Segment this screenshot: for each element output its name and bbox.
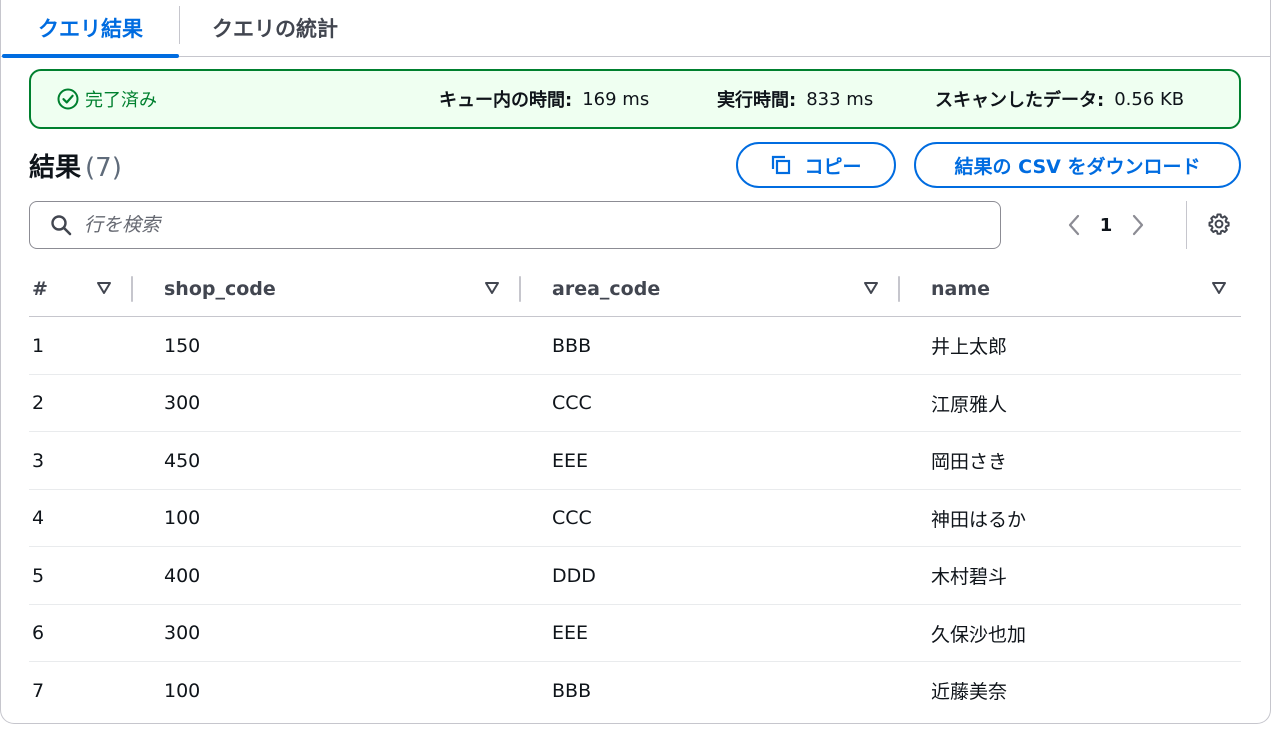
status-completed: 完了済み: [57, 86, 157, 112]
data-scanned-value: 0.56 KB: [1114, 88, 1185, 110]
current-page-number[interactable]: 1: [1086, 215, 1126, 236]
cell-area-code: BBB: [552, 679, 592, 702]
cell-area-code: CCC: [552, 507, 592, 529]
cell-index: 3: [32, 449, 45, 472]
chevron-right-icon: [1132, 214, 1144, 236]
cell-index: 7: [32, 679, 45, 702]
cell-shop-code: 300: [164, 622, 201, 644]
status-text: 完了済み: [85, 90, 157, 111]
cell-shop-code: 150: [164, 334, 201, 357]
cell-name: 久保沙也加: [931, 623, 1027, 646]
results-title: 結果: [29, 153, 82, 183]
pagination: 1: [1062, 208, 1150, 242]
cell-area-code: EEE: [552, 622, 589, 644]
gear-icon[interactable]: [1207, 212, 1231, 236]
queue-time-value: 169 ms: [582, 88, 650, 110]
pagination-divider: [1186, 201, 1187, 249]
cell-shop-code: 450: [164, 449, 201, 472]
cell-index: 1: [32, 334, 45, 357]
cell-area-code: EEE: [552, 449, 589, 472]
cell-index: 2: [32, 392, 45, 414]
next-page-button[interactable]: [1126, 213, 1150, 237]
chevron-left-icon: [1068, 214, 1080, 236]
results-table: # shop_code area_code name 1 150 BBB 井上太…: [29, 260, 1241, 720]
column-resizer[interactable]: [898, 276, 900, 302]
cell-index: 6: [32, 622, 45, 644]
previous-page-button[interactable]: [1062, 213, 1086, 237]
tab-query-stats[interactable]: クエリの統計: [212, 0, 338, 56]
cell-shop-code: 400: [164, 564, 201, 587]
table-row[interactable]: 2 300 CCC 江原雅人: [29, 375, 1241, 432]
exec-time-metric: 実行時間: 833 ms: [717, 86, 873, 112]
column-header-shop-code[interactable]: shop_code: [164, 260, 276, 317]
sort-down-icon[interactable]: [96, 280, 112, 296]
column-resizer[interactable]: [519, 276, 521, 302]
copy-button[interactable]: コピー: [736, 142, 896, 188]
table-row[interactable]: 7 100 BBB 近藤美奈: [29, 662, 1241, 720]
cell-shop-code: 100: [164, 507, 201, 529]
cell-area-code: BBB: [552, 334, 592, 357]
search-icon: [51, 215, 72, 236]
tab-bar: クエリ結果 クエリの統計: [0, 0, 1270, 58]
table-row[interactable]: 3 450 EEE 岡田さき: [29, 432, 1241, 490]
cell-name: 岡田さき: [931, 451, 1008, 473]
download-csv-button[interactable]: 結果の CSV をダウンロード: [914, 142, 1241, 188]
column-resizer[interactable]: [131, 276, 133, 302]
row-search: [29, 201, 1001, 249]
sort-down-icon[interactable]: [863, 280, 879, 296]
results-count: (7): [85, 153, 122, 183]
column-header-name[interactable]: name: [931, 260, 990, 317]
exec-time-label: 実行時間:: [717, 90, 797, 111]
cell-name: 井上太郎: [931, 336, 1008, 358]
status-banner: 完了済み キュー内の時間: 169 ms 実行時間: 833 ms スキャンした…: [29, 69, 1241, 129]
cell-name: 近藤美奈: [931, 681, 1008, 703]
cell-area-code: DDD: [552, 564, 596, 587]
cell-shop-code: 300: [164, 392, 201, 414]
sort-down-icon[interactable]: [1211, 280, 1227, 296]
data-scanned-metric: スキャンしたデータ: 0.56 KB: [935, 86, 1184, 112]
cell-area-code: CCC: [552, 392, 592, 414]
data-scanned-label: スキャンしたデータ:: [935, 90, 1105, 111]
cell-shop-code: 100: [164, 679, 201, 702]
cell-name: 木村碧斗: [931, 566, 1008, 588]
cell-name: 江原雅人: [931, 393, 1008, 416]
results-heading: 結果 (7): [29, 147, 122, 184]
queue-time-metric: キュー内の時間: 169 ms: [439, 86, 649, 112]
column-header-area-code[interactable]: area_code: [552, 260, 660, 317]
sort-down-icon[interactable]: [484, 280, 500, 296]
tab-divider: [179, 6, 180, 44]
table-row[interactable]: 4 100 CCC 神田はるか: [29, 490, 1241, 547]
queue-time-label: キュー内の時間:: [439, 90, 573, 111]
copy-icon: [772, 155, 791, 175]
check-circle-icon: [57, 88, 79, 110]
exec-time-value: 833 ms: [806, 88, 874, 110]
tab-query-results[interactable]: クエリ結果: [2, 0, 179, 58]
copy-button-label: コピー: [804, 155, 862, 178]
cell-name: 神田はるか: [931, 508, 1027, 531]
cell-index: 5: [32, 564, 45, 587]
cell-index: 4: [32, 507, 45, 529]
table-row[interactable]: 6 300 EEE 久保沙也加: [29, 605, 1241, 662]
table-header: # shop_code area_code name: [29, 260, 1241, 317]
search-input[interactable]: [84, 214, 964, 236]
column-header-index[interactable]: #: [32, 260, 48, 317]
table-row[interactable]: 5 400 DDD 木村碧斗: [29, 547, 1241, 605]
table-row[interactable]: 1 150 BBB 井上太郎: [29, 317, 1241, 375]
